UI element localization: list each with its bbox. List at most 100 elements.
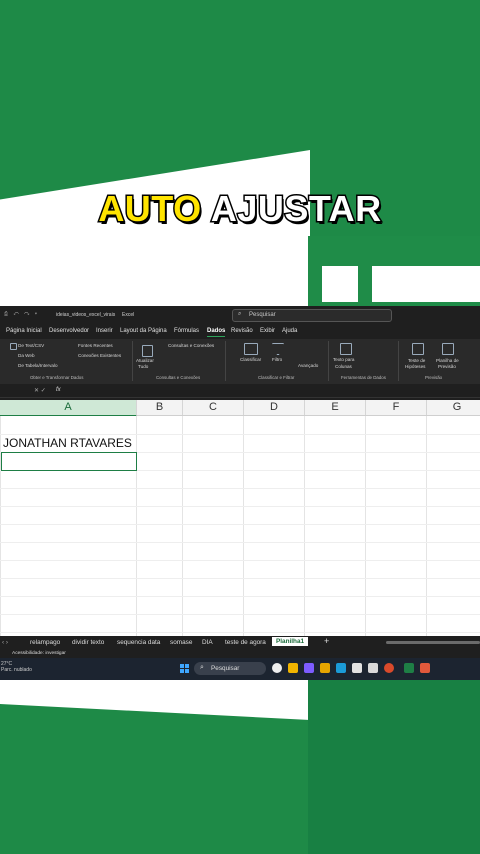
btn-colunas[interactable]: Colunas <box>335 364 352 369</box>
tab-formulas[interactable]: Fórmulas <box>174 328 199 334</box>
separator <box>398 341 399 381</box>
separator <box>328 341 329 381</box>
weather-widget[interactable]: 27°C Parc. nublado <box>1 661 32 673</box>
btn-filtro[interactable]: Filtro <box>272 357 282 362</box>
group-ferramentas: Ferramentas de Dados <box>341 375 386 380</box>
search-icon: ⌕ <box>238 311 242 317</box>
group-classificar: Classificar e Filtrar <box>258 375 295 380</box>
active-cell[interactable] <box>1 452 137 471</box>
col-header-d[interactable]: D <box>244 400 305 415</box>
formula-bar[interactable]: ✕ ✓ fx <box>0 386 480 398</box>
btn-atualizar-tudo[interactable]: Tudo <box>138 364 148 369</box>
copilot-icon[interactable] <box>304 663 314 673</box>
btn-avancado[interactable]: Avançado <box>298 363 318 368</box>
taskbar-search[interactable]: ⌕ Pesquisar <box>194 662 266 675</box>
sheet-tab-somase[interactable]: somase <box>170 639 192 646</box>
btn-atualizar[interactable]: Atualizar <box>136 358 154 363</box>
horizontal-scrollbar[interactable] <box>386 641 480 644</box>
col-header-g[interactable]: G <box>427 400 480 415</box>
tab-inserir[interactable]: Inserir <box>96 328 113 334</box>
tab-dados[interactable]: Dados <box>207 328 226 337</box>
grid-line <box>0 488 480 489</box>
group-obter-dados: Obter e Transformar Dados <box>30 375 84 380</box>
col-header-e[interactable]: E <box>305 400 366 415</box>
tab-revisao[interactable]: Revisão <box>231 328 253 334</box>
edge-icon[interactable] <box>336 663 346 673</box>
file-name: ideias_videos_excel_virais <box>56 312 116 318</box>
tab-exibir[interactable]: Exibir <box>260 328 275 334</box>
btn-hipoteses[interactable]: Hipóteses <box>405 364 425 369</box>
btn-teste-de[interactable]: Teste de <box>408 358 425 363</box>
what-if-icon <box>412 343 424 355</box>
excel-taskbar-icon[interactable] <box>404 663 414 673</box>
weather-desc: Parc. nublado <box>1 667 32 673</box>
col-header-c[interactable]: C <box>183 400 244 415</box>
tab-ajuda[interactable]: Ajuda <box>282 328 297 334</box>
excel-logo-square <box>322 266 358 302</box>
excel-logo-bar <box>372 266 480 302</box>
app-name: Excel <box>122 312 135 318</box>
grid-line <box>136 416 137 638</box>
widgets-icon[interactable] <box>288 663 298 673</box>
status-bar: Acessibilidade: investigar <box>0 650 480 658</box>
grid-line <box>0 578 480 579</box>
tab-layout[interactable]: Layout da Página <box>120 328 167 334</box>
sheet-tab-relampago[interactable]: relampago <box>30 639 60 646</box>
group-consultas: Consultas e Conexões <box>156 375 201 380</box>
title-word-auto: AUTO <box>97 187 203 231</box>
btn-consultas-conexoes[interactable]: Consultas e Conexões <box>168 343 214 348</box>
col-header-a[interactable]: A <box>0 400 137 417</box>
grid-line <box>0 632 480 633</box>
store-icon[interactable] <box>352 663 362 673</box>
ribbon: De Text/CSV Da Web De Tabela/Intervalo F… <box>0 339 480 384</box>
search-icon: ⌕ <box>200 664 204 671</box>
btn-text-csv[interactable]: De Text/CSV <box>18 343 44 348</box>
col-header-f[interactable]: F <box>366 400 427 415</box>
grid-line <box>0 524 480 525</box>
cancel-check-icons[interactable]: ✕ ✓ <box>34 387 46 394</box>
brave-icon[interactable] <box>384 663 394 673</box>
grid-line <box>0 416 1 638</box>
title-bar: ⎙ ↶ ↷ ▾ ideias_videos_excel_virais Excel… <box>0 306 480 324</box>
btn-texto-para[interactable]: Texto para <box>333 357 354 362</box>
app-icon[interactable] <box>368 663 378 673</box>
chrome-icon[interactable] <box>420 663 430 673</box>
taskbar-search-label: Pesquisar <box>211 665 240 672</box>
col-header-b[interactable]: B <box>137 400 183 415</box>
sheet-tab-teste-de-agora[interactable]: teste de agora <box>225 639 266 646</box>
filter-icon <box>272 343 284 355</box>
btn-da-web[interactable]: Da Web <box>18 353 35 358</box>
ribbon-tabs: Página Inicial Desenvolvedor Inserir Lay… <box>0 326 480 338</box>
column-headers: A B C D E F G <box>0 400 480 417</box>
accessibility-status[interactable]: Acessibilidade: investigar <box>12 651 66 656</box>
quick-access-icons[interactable]: ⎙ ↶ ↷ ▾ <box>4 311 39 317</box>
sheet-tab-dividir-texto[interactable]: dividir texto <box>72 639 104 646</box>
sheet-tab-sequencia-data[interactable]: sequencia data <box>117 639 160 646</box>
btn-classificar[interactable]: Classificar <box>240 357 261 362</box>
btn-previsao[interactable]: Previsão <box>438 364 456 369</box>
grid-line <box>365 416 366 638</box>
grid-line <box>0 506 480 507</box>
title-word-ajustar: AJUSTAR <box>209 187 382 231</box>
btn-fontes-recentes[interactable]: Fontes Recentes <box>78 343 113 348</box>
windows-start-icon[interactable] <box>180 664 189 673</box>
tab-pagina-inicial[interactable]: Página Inicial <box>6 328 42 334</box>
sheet-tab-planilha1[interactable]: Planilha1 <box>272 637 309 646</box>
grid-line <box>243 416 244 638</box>
separator <box>225 341 226 381</box>
file-explorer-icon[interactable] <box>320 663 330 673</box>
excel-window: ⎙ ↶ ↷ ▾ ideias_videos_excel_virais Excel… <box>0 306 480 680</box>
sheet-nav-arrows[interactable]: ‹ › <box>2 639 8 646</box>
tab-desenvolvedor[interactable]: Desenvolvedor <box>49 328 89 334</box>
btn-planilha-de[interactable]: Planilha de <box>436 358 459 363</box>
fx-icon[interactable]: fx <box>56 387 61 393</box>
btn-tabela-intervalo[interactable]: De Tabela/Intervalo <box>18 363 58 368</box>
btn-conexoes-existentes[interactable]: Conexões Existentes <box>78 353 121 358</box>
task-view-icon[interactable] <box>272 663 282 673</box>
sheet-tab-dia[interactable]: DIA <box>202 639 213 646</box>
taskbar: 27°C Parc. nublado ⌕ Pesquisar <box>0 658 480 680</box>
forecast-icon <box>442 343 454 355</box>
add-sheet-icon[interactable]: + <box>324 636 329 646</box>
cell-a1[interactable]: JONATHAN RTAVARES <box>3 436 132 450</box>
search-box[interactable]: ⌕ Pesquisar <box>232 309 392 322</box>
